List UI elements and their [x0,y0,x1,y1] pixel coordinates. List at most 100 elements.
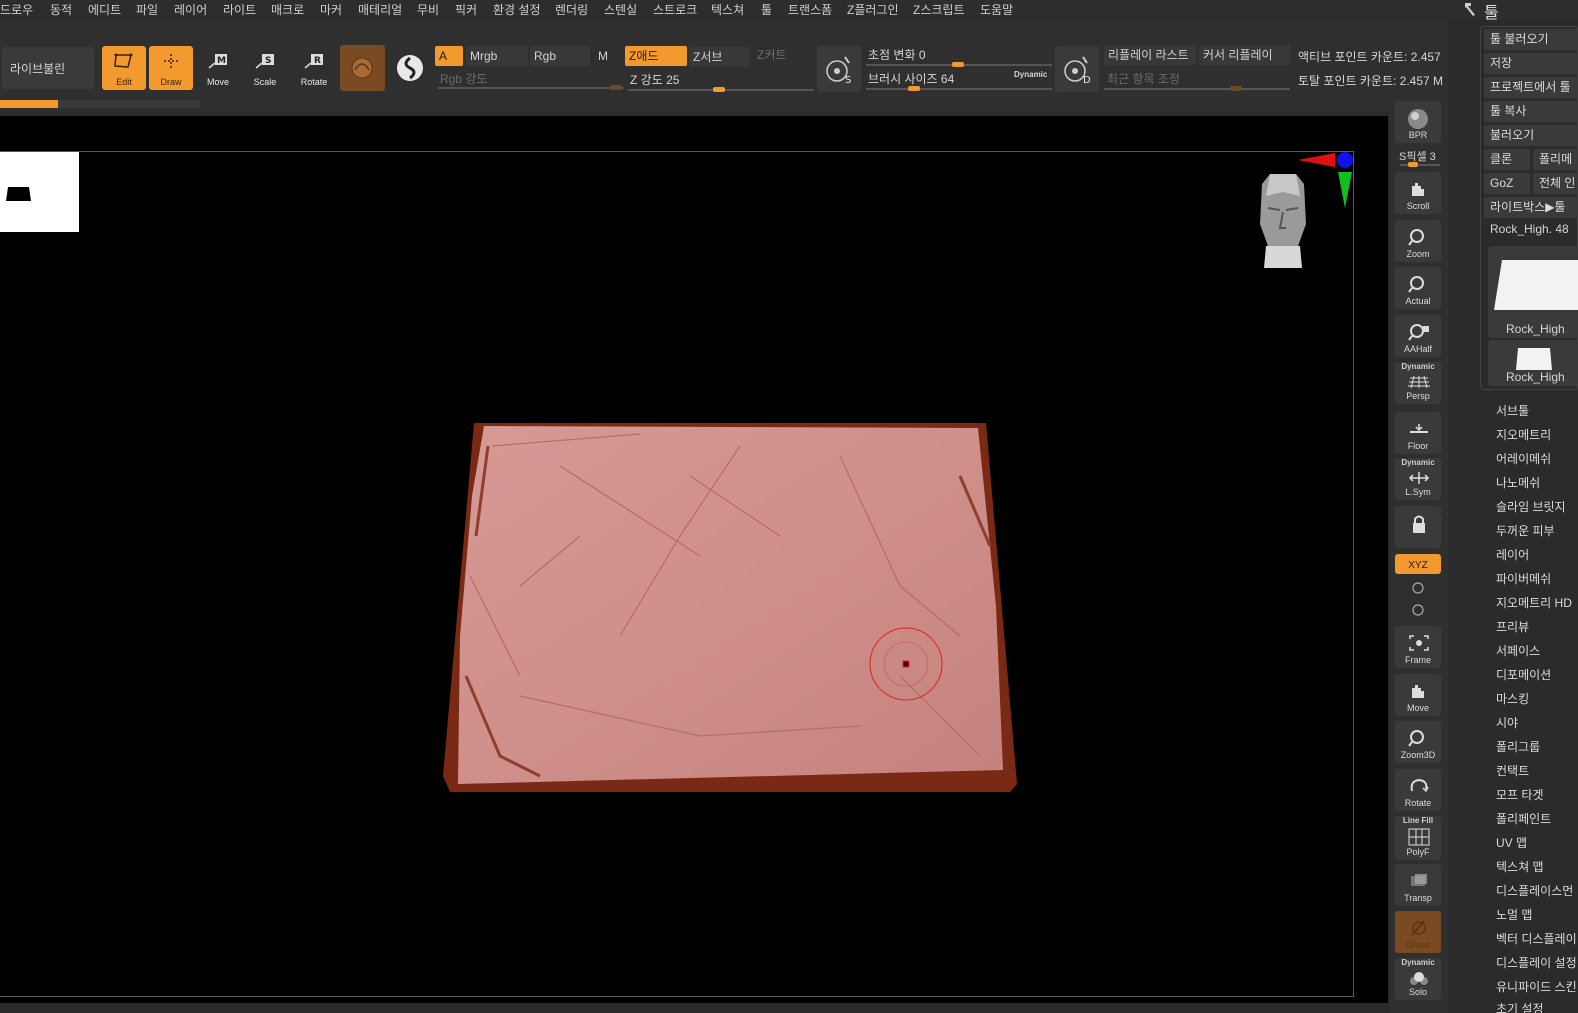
save-tool-button[interactable]: 저장 [1484,53,1578,74]
thick-skin-section[interactable]: 두꺼운 피부 [1496,522,1555,539]
brush-size-knob[interactable] [908,86,920,91]
rotate-z-icon[interactable] [1410,603,1426,617]
stroke-button[interactable] [388,46,432,90]
vector-displacement-section[interactable]: 벡터 디스플레이 [1496,930,1577,947]
arraymesh-section[interactable]: 어레이메쉬 [1496,450,1551,467]
move3d-button[interactable]: Move [1395,674,1441,716]
unified-skin-section[interactable]: 유니파이드 스킨 [1496,978,1577,995]
rgb-intensity-knob[interactable] [610,85,622,90]
contact-section[interactable]: 컨택트 [1496,762,1529,779]
menu-material[interactable]: 매테리얼 [358,1,402,18]
deformation-section[interactable]: 디포메이션 [1496,666,1551,683]
polygroups-section[interactable]: 폴리그룹 [1496,738,1540,755]
recent-adjust-slider[interactable] [1104,88,1290,90]
brush-size-slider[interactable] [866,88,1052,90]
surface-section[interactable]: 서페이스 [1496,642,1540,659]
polypaint-section[interactable]: 폴리페인트 [1496,810,1551,827]
masking-section[interactable]: 마스킹 [1496,690,1529,707]
tool-thumbnail-2[interactable]: Rock_High [1488,340,1578,386]
slime-bridge-section[interactable]: 슬라임 브릿지 [1496,498,1566,515]
rgb-intensity-slider[interactable] [438,87,624,89]
edit-button[interactable]: Edit [102,46,146,90]
solo-button[interactable]: Dynamic Solo [1395,958,1441,1000]
rotate-y-icon[interactable] [1410,581,1426,595]
replay-last-button[interactable]: 리플레이 라스트 [1104,45,1196,65]
scroll-button[interactable]: Scroll [1395,172,1441,214]
livebool-button[interactable]: 라이브불린 [2,47,94,89]
brush-button[interactable] [340,45,385,91]
spotlight-s-button[interactable]: S [817,46,861,92]
goz-all-button[interactable]: 전체 인 [1533,173,1578,194]
scale-button[interactable]: S Scale [243,46,287,90]
menu-zscript[interactable]: Z스크립트 [913,1,965,18]
make-polymesh-button[interactable]: 폴리메 [1533,149,1578,170]
load-tool-button[interactable]: 툴 불러오기 [1484,29,1578,50]
move-button[interactable]: M Move [196,46,240,90]
import-button[interactable]: 불러오기 [1484,125,1578,146]
rotate-button[interactable]: R Rotate [292,46,336,90]
normal-map-section[interactable]: 노멀 맵 [1496,906,1532,923]
zoom-button[interactable]: Zoom [1395,220,1441,262]
lightbox-tools-button[interactable]: 라이트박스▶툴 [1484,197,1578,218]
nanomesh-section[interactable]: 나노메쉬 [1496,474,1540,491]
xyz-button[interactable]: XYZ [1395,554,1441,574]
a-toggle[interactable]: A [435,46,463,66]
bpr-button[interactable]: BPR [1395,101,1441,143]
lock-button[interactable] [1395,506,1441,548]
recent-adjust-knob[interactable] [1230,86,1242,91]
menu-layer[interactable]: 레이어 [174,1,207,18]
focal-shift-knob[interactable] [952,62,964,67]
dynamic-toggle[interactable]: Dynamic [1014,70,1047,79]
tool-from-project-button[interactable]: 프로젝트에서 툴 [1484,77,1578,98]
menu-tool[interactable]: 툴 [761,1,772,18]
mrgb-toggle[interactable]: Mrgb [466,46,528,66]
menu-marker[interactable]: 마커 [320,1,342,18]
zsub-toggle[interactable]: Z서브 [689,47,749,67]
menu-preferences[interactable]: 환경 설정 [493,1,541,18]
zadd-toggle[interactable]: Z애드 [625,46,687,66]
displacement-map-section[interactable]: 디스플레이스먼 [1496,882,1573,899]
menu-movie[interactable]: 무비 [417,1,439,18]
morph-target-section[interactable]: 모프 타겟 [1496,786,1544,803]
rgb-toggle[interactable]: Rgb [530,46,590,66]
menu-render[interactable]: 렌더링 [555,1,588,18]
menu-file[interactable]: 파일 [136,1,158,18]
preview-section[interactable]: 프리뷰 [1496,618,1529,635]
menu-stencil[interactable]: 스텐실 [604,1,637,18]
visibility-section[interactable]: 시야 [1496,714,1518,731]
aahalf-button[interactable]: AAHalf [1395,315,1441,357]
polyf-button[interactable]: Line Fill PolyF [1395,816,1441,860]
geometry-section[interactable]: 지오메트리 [1496,426,1551,443]
copy-tool-button[interactable]: 툴 복사 [1484,101,1578,122]
menu-movie-dynamic[interactable]: 동적 [50,1,72,18]
orientation-head-gizmo[interactable] [1260,174,1306,268]
frame-button[interactable]: Frame [1395,626,1441,668]
scene-view[interactable] [0,116,1388,1003]
zcut-toggle[interactable]: Z커트 [753,45,813,65]
ghost-button[interactable]: Ghost [1395,911,1441,953]
draw-button[interactable]: Draw [149,46,193,90]
clone-button[interactable]: 클론 [1484,149,1530,170]
axis-gizmo[interactable] [1298,152,1353,208]
cursor-replay-button[interactable]: 커서 리플레이 [1199,45,1291,65]
menu-help[interactable]: 도움말 [980,1,1013,18]
spotlight-d-button[interactable]: D [1055,46,1099,92]
menu-light[interactable]: 라이트 [223,1,256,18]
menu-macro[interactable]: 매크로 [271,1,304,18]
lsym-button[interactable]: Dynamic L.Sym [1395,458,1441,500]
zoom3d-button[interactable]: Zoom3D [1395,721,1441,763]
menu-stroke[interactable]: 스트로크 [653,1,697,18]
display-properties-section[interactable]: 디스플레이 설정 [1496,954,1577,971]
floor-button[interactable]: Floor [1395,412,1441,454]
actual-button[interactable]: Actual [1395,267,1441,309]
document-viewport[interactable] [0,116,1388,1003]
m-toggle[interactable]: M [594,46,622,66]
subtool-section[interactable]: 서브툴 [1496,402,1529,419]
current-tool-thumbnail[interactable]: Rock_High [1488,246,1578,338]
rotate3d-button[interactable]: Rotate [1395,769,1441,811]
goz-button[interactable]: GoZ [1484,173,1530,194]
uv-map-section[interactable]: UV 맵 [1496,834,1527,851]
fibermesh-section[interactable]: 파이버메쉬 [1496,570,1551,587]
texture-map-section[interactable]: 텍스쳐 맵 [1496,858,1544,875]
layers-section[interactable]: 레이어 [1496,546,1529,563]
